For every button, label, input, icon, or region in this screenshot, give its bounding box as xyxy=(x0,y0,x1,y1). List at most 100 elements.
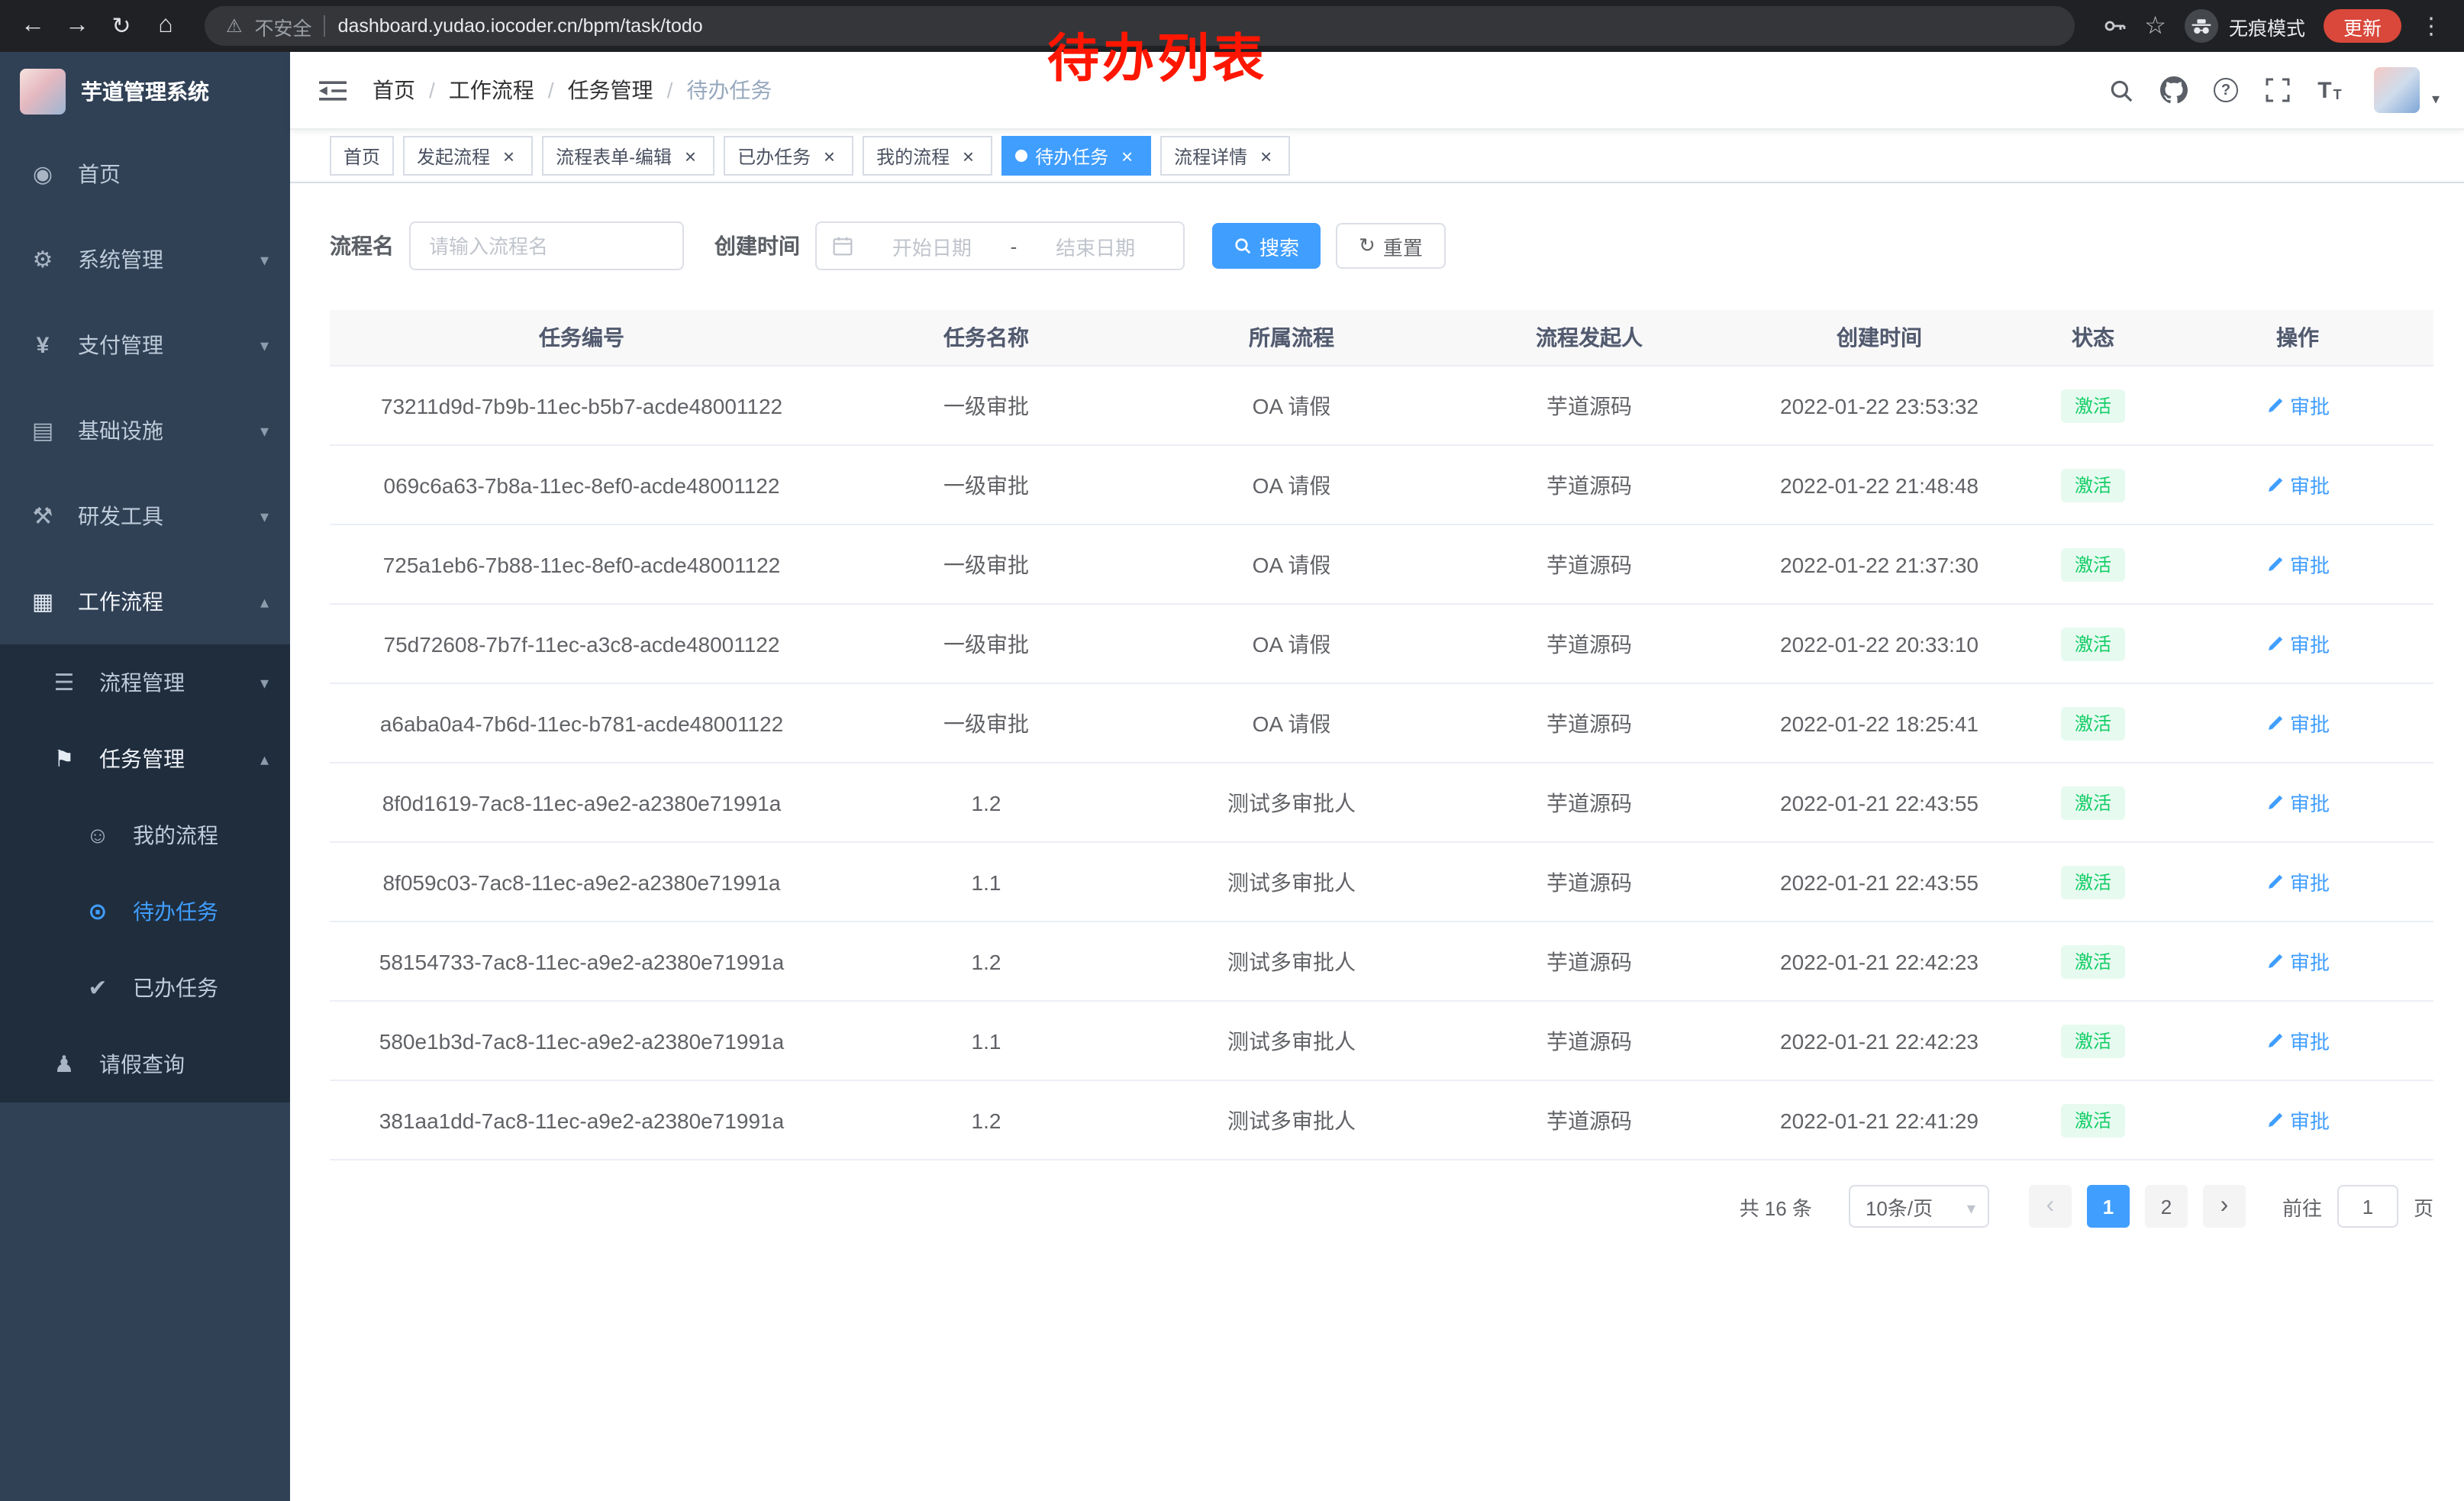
close-icon[interactable] xyxy=(957,145,979,166)
sidebar-item-home[interactable]: 首页 xyxy=(0,131,290,217)
approve-link[interactable]: 审批 xyxy=(2266,629,2330,658)
search-icon[interactable] xyxy=(2099,67,2145,113)
sidebar-item-devtools[interactable]: 研发工具 xyxy=(0,473,290,559)
action-cell: 审批 xyxy=(2162,842,2433,922)
font-size-icon[interactable] xyxy=(2307,67,2353,113)
sidebar-item-label: 待办任务 xyxy=(133,896,269,927)
browser-menu-icon[interactable] xyxy=(2420,12,2443,40)
sidebar-item-my-process[interactable]: 我的流程 xyxy=(0,797,290,873)
table-body: 73211d9d-7b9b-11ec-b5b7-acde48001122 一级审… xyxy=(330,366,2433,1160)
address-bar[interactable]: 不安全 dashboard.yudao.iocoder.cn/bpm/task/… xyxy=(205,6,2074,46)
breadcrumb-home[interactable]: 首页 xyxy=(373,75,415,105)
breadcrumb-workflow[interactable]: 工作流程 xyxy=(449,75,534,105)
sidebar-collapse-icon[interactable] xyxy=(314,72,351,108)
sidebar-item-system[interactable]: 系统管理 xyxy=(0,217,290,302)
close-icon[interactable] xyxy=(818,145,840,166)
page-1-button[interactable]: 1 xyxy=(2087,1185,2130,1228)
approve-link[interactable]: 审批 xyxy=(2266,947,2330,976)
chevron-down-icon xyxy=(260,421,269,441)
breadcrumb-task-management[interactable]: 任务管理 xyxy=(568,75,653,105)
edit-pen-icon xyxy=(2266,952,2284,970)
page-2-button[interactable]: 2 xyxy=(2145,1185,2188,1228)
approve-link[interactable]: 审批 xyxy=(2266,788,2330,817)
close-icon[interactable] xyxy=(679,145,701,166)
workflow-submenu: 流程管理 任务管理 我的流程 xyxy=(0,644,290,1102)
close-icon[interactable] xyxy=(1116,145,1137,166)
tab-done-tasks[interactable]: 已办任务 xyxy=(724,136,853,176)
created-time-cell: 2022-01-21 22:43:55 xyxy=(1734,842,2024,922)
goto-page-input[interactable] xyxy=(2337,1185,2398,1228)
column-header: 创建时间 xyxy=(1734,310,2024,366)
close-icon[interactable] xyxy=(1255,145,1276,166)
end-date-placeholder: 结束日期 xyxy=(1023,231,1168,260)
date-range-picker[interactable]: 开始日期 - 结束日期 xyxy=(815,221,1185,270)
help-icon[interactable] xyxy=(2203,67,2249,113)
sidebar-item-task-management[interactable]: 任务管理 xyxy=(0,721,290,797)
sidebar: 芋道管理系统 首页 系统管理 支付管理 xyxy=(0,52,290,1501)
sidebar-item-label: 支付管理 xyxy=(78,330,251,360)
bookmark-star-icon[interactable] xyxy=(2144,11,2166,41)
sidebar-item-leave-query[interactable]: 请假查询 xyxy=(0,1026,290,1102)
search-button[interactable]: 搜索 xyxy=(1212,223,1321,269)
process-list-icon xyxy=(49,669,79,696)
sidebar-item-payment[interactable]: 支付管理 xyxy=(0,302,290,388)
next-page-button[interactable] xyxy=(2203,1185,2246,1228)
fullscreen-icon[interactable] xyxy=(2255,67,2301,113)
close-icon[interactable] xyxy=(498,145,519,166)
approve-link[interactable]: 审批 xyxy=(2266,1106,2330,1135)
action-cell: 审批 xyxy=(2162,366,2433,445)
key-icon[interactable] xyxy=(2101,14,2126,38)
task-id-cell: 73211d9d-7b9b-11ec-b5b7-acde48001122 xyxy=(330,366,834,445)
edit-pen-icon xyxy=(2266,396,2284,415)
approve-link[interactable]: 审批 xyxy=(2266,470,2330,499)
status-cell: 激活 xyxy=(2024,1001,2162,1080)
home-button[interactable] xyxy=(145,5,186,47)
status-badge: 激活 xyxy=(2061,468,2125,502)
initiator-cell: 芋道源码 xyxy=(1444,525,1734,604)
tab-start-process[interactable]: 发起流程 xyxy=(403,136,533,176)
tab-label: 流程详情 xyxy=(1174,143,1247,169)
edit-pen-icon xyxy=(2266,1111,2284,1129)
sidebar-item-workflow[interactable]: 工作流程 xyxy=(0,559,290,644)
app-logo[interactable]: 芋道管理系统 xyxy=(0,52,290,131)
sidebar-item-infrastructure[interactable]: 基础设施 xyxy=(0,388,290,473)
task-name-cell: 1.2 xyxy=(834,922,1139,1001)
edit-pen-icon xyxy=(2266,1031,2284,1050)
approve-link[interactable]: 审批 xyxy=(2266,391,2330,420)
sidebar-item-label: 请假查询 xyxy=(99,1049,269,1080)
prev-page-button[interactable] xyxy=(2029,1185,2072,1228)
reset-button[interactable]: 重置 xyxy=(1336,223,1446,269)
update-button[interactable]: 更新 xyxy=(2324,9,2401,43)
main-area: 首页 工作流程 任务管理 待办任务 xyxy=(290,52,2464,1501)
approve-link[interactable]: 审批 xyxy=(2266,709,2330,738)
security-label: 不安全 xyxy=(255,11,312,40)
approve-link[interactable]: 审批 xyxy=(2266,867,2330,896)
task-id-cell: 58154733-7ac8-11ec-a9e2-a2380e71991a xyxy=(330,922,834,1001)
back-button[interactable] xyxy=(12,5,53,47)
initiator-cell: 芋道源码 xyxy=(1444,922,1734,1001)
tab-my-process[interactable]: 我的流程 xyxy=(863,136,992,176)
sidebar-item-done-tasks[interactable]: 已办任务 xyxy=(0,950,290,1026)
sidebar-item-todo-tasks[interactable]: 待办任务 xyxy=(0,873,290,950)
avatar[interactable] xyxy=(2374,67,2420,113)
table-row: 381aa1dd-7ac8-11ec-a9e2-a2380e71991a 1.2… xyxy=(330,1080,2433,1160)
page-size-select[interactable]: 10条/页 xyxy=(1849,1185,1989,1228)
tab-process-detail[interactable]: 流程详情 xyxy=(1160,136,1290,176)
app-logo-image xyxy=(20,69,66,115)
sidebar-item-label: 系统管理 xyxy=(78,244,251,275)
approve-link-label: 审批 xyxy=(2290,788,2330,817)
approve-link[interactable]: 审批 xyxy=(2266,550,2330,579)
tab-todo-tasks[interactable]: 待办任务 xyxy=(1001,136,1151,176)
table-row: 069c6a63-7b8a-11ec-8ef0-acde48001122 一级审… xyxy=(330,445,2433,525)
chevron-down-icon[interactable] xyxy=(2432,92,2440,113)
tab-home[interactable]: 首页 xyxy=(330,136,394,176)
status-cell: 激活 xyxy=(2024,525,2162,604)
process-name-input[interactable] xyxy=(409,221,684,270)
approve-link[interactable]: 审批 xyxy=(2266,1026,2330,1055)
reload-button[interactable] xyxy=(101,5,142,47)
forward-button[interactable] xyxy=(56,5,98,47)
sidebar-item-process-management[interactable]: 流程管理 xyxy=(0,644,290,721)
tab-process-form-edit[interactable]: 流程表单-编辑 xyxy=(542,136,714,176)
status-cell: 激活 xyxy=(2024,445,2162,525)
github-icon[interactable] xyxy=(2151,67,2197,113)
